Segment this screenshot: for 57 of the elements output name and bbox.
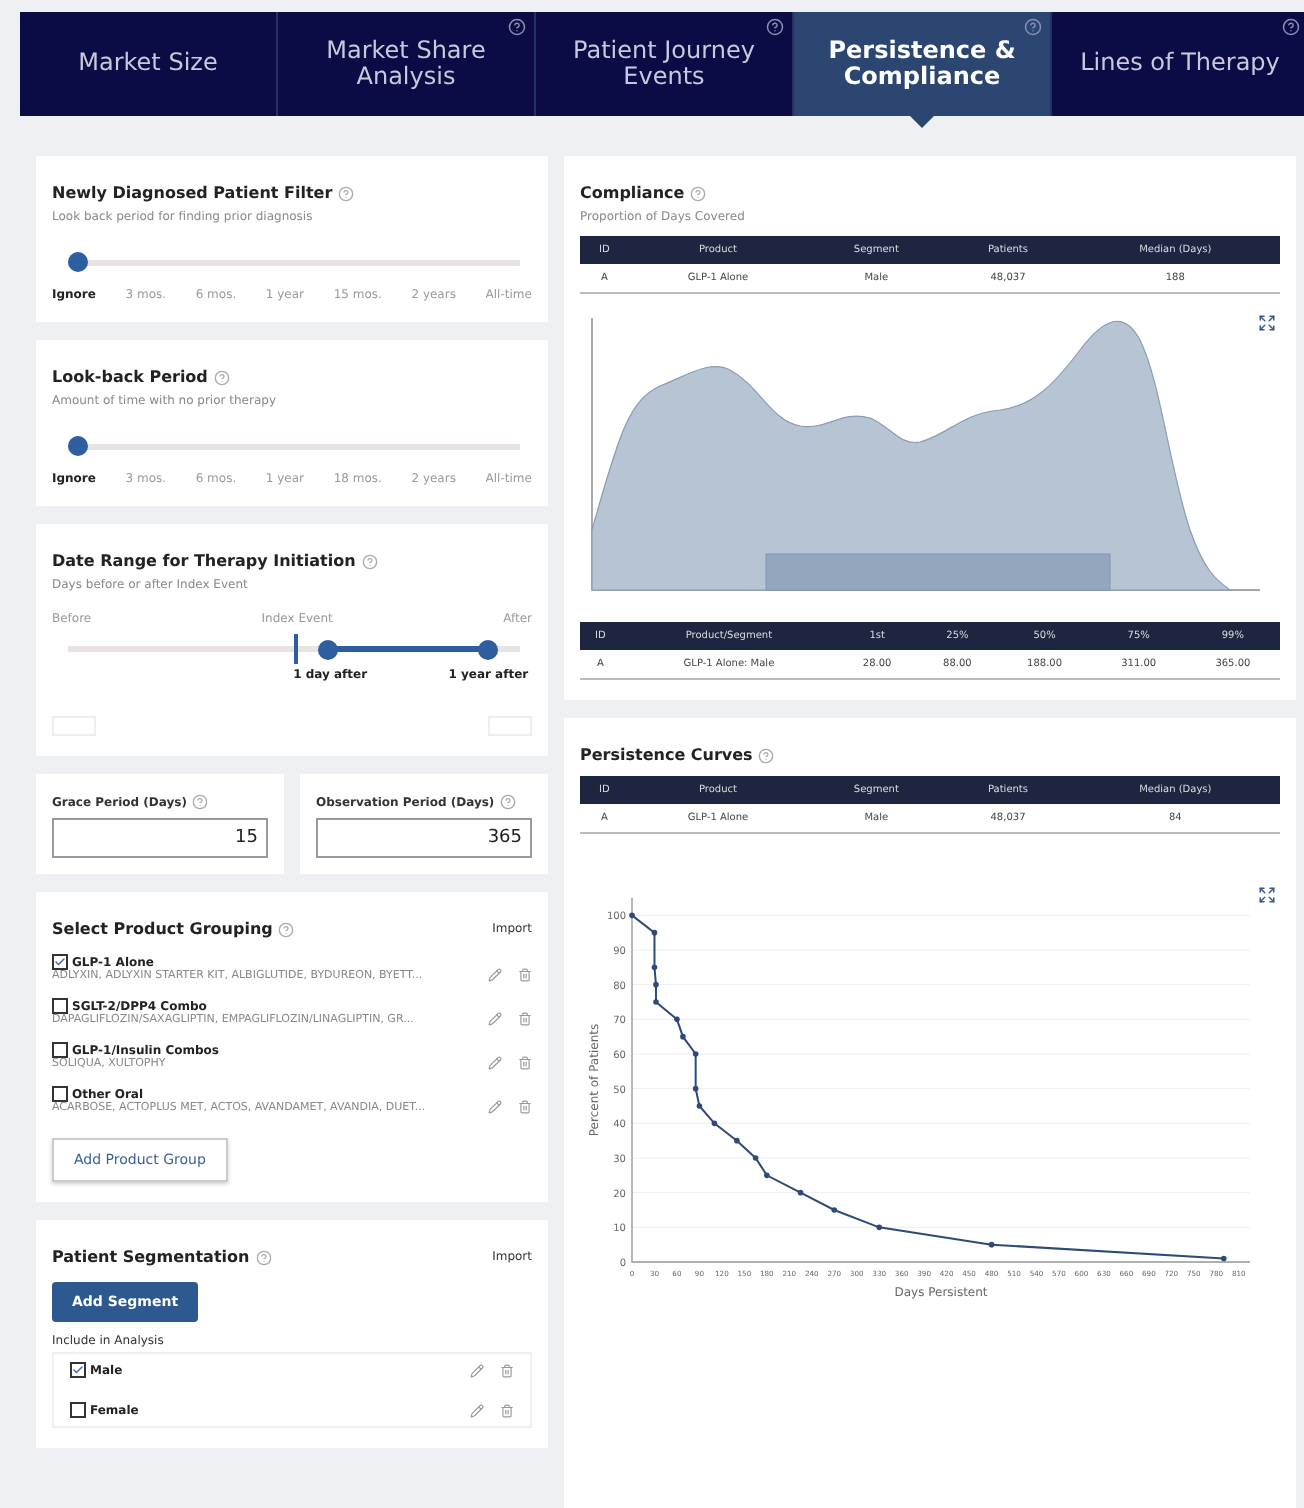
checkbox[interactable] (70, 1362, 86, 1378)
delete-icon[interactable] (518, 1056, 532, 1070)
edit-icon[interactable] (488, 968, 502, 982)
data-point (692, 1085, 699, 1092)
data-point (752, 1155, 759, 1161)
section-title: Patient Segmentation (52, 1248, 250, 1266)
data-point (831, 1207, 838, 1213)
data-point (651, 964, 658, 971)
data-point (1221, 1255, 1227, 1262)
data-point (696, 1103, 703, 1109)
edit-icon[interactable] (488, 1012, 502, 1026)
help-icon[interactable] (1282, 18, 1300, 36)
help-icon[interactable] (766, 18, 784, 36)
data-point (764, 1172, 770, 1179)
help-icon[interactable] (508, 18, 526, 36)
data-point (876, 1224, 882, 1231)
data-point (651, 929, 658, 936)
checkbox[interactable] (52, 998, 68, 1014)
slider-thumb[interactable] (68, 436, 88, 456)
data-point (629, 912, 635, 919)
input-field[interactable]: 15 (52, 818, 268, 858)
data-point (988, 1241, 995, 1248)
delete-icon[interactable] (500, 1403, 514, 1417)
checkbox[interactable] (52, 954, 68, 970)
index-marker (294, 634, 298, 664)
delete-icon[interactable] (518, 1100, 532, 1114)
delete-icon[interactable] (500, 1363, 514, 1377)
help-icon[interactable] (1024, 18, 1042, 36)
edit-icon[interactable] (488, 1056, 502, 1070)
checkbox[interactable] (52, 1086, 68, 1102)
data-point (692, 1051, 699, 1057)
data-point (797, 1189, 804, 1196)
slider-thumb[interactable] (68, 252, 88, 272)
checkbox[interactable] (70, 1402, 86, 1418)
edit-icon[interactable] (488, 1100, 502, 1114)
slider-thumb[interactable] (318, 639, 339, 659)
data-point (734, 1137, 740, 1144)
expand-icon[interactable] (1258, 314, 1276, 332)
data-point (711, 1120, 718, 1127)
section-title: Newly Diagnosed Patient Filter (52, 184, 333, 202)
checkbox[interactable] (52, 1042, 68, 1058)
edit-icon[interactable] (470, 1363, 484, 1377)
expand-icon[interactable] (1258, 886, 1276, 904)
data-point (653, 999, 659, 1005)
delete-icon[interactable] (518, 1012, 532, 1026)
slider-thumb[interactable] (478, 639, 499, 659)
edit-icon[interactable] (470, 1403, 484, 1417)
section-title: Persistence Curves (580, 746, 753, 764)
section-title: Select Product Grouping (52, 920, 273, 938)
data-point (674, 1016, 680, 1023)
section-title: Date Range for Therapy Initiation (52, 552, 356, 570)
data-point (680, 1033, 686, 1040)
section-title: Look-back Period (52, 368, 208, 386)
input-field[interactable]: 365 (316, 818, 532, 858)
section-title: Compliance (580, 184, 685, 202)
data-point (653, 981, 659, 988)
delete-icon[interactable] (518, 968, 532, 982)
